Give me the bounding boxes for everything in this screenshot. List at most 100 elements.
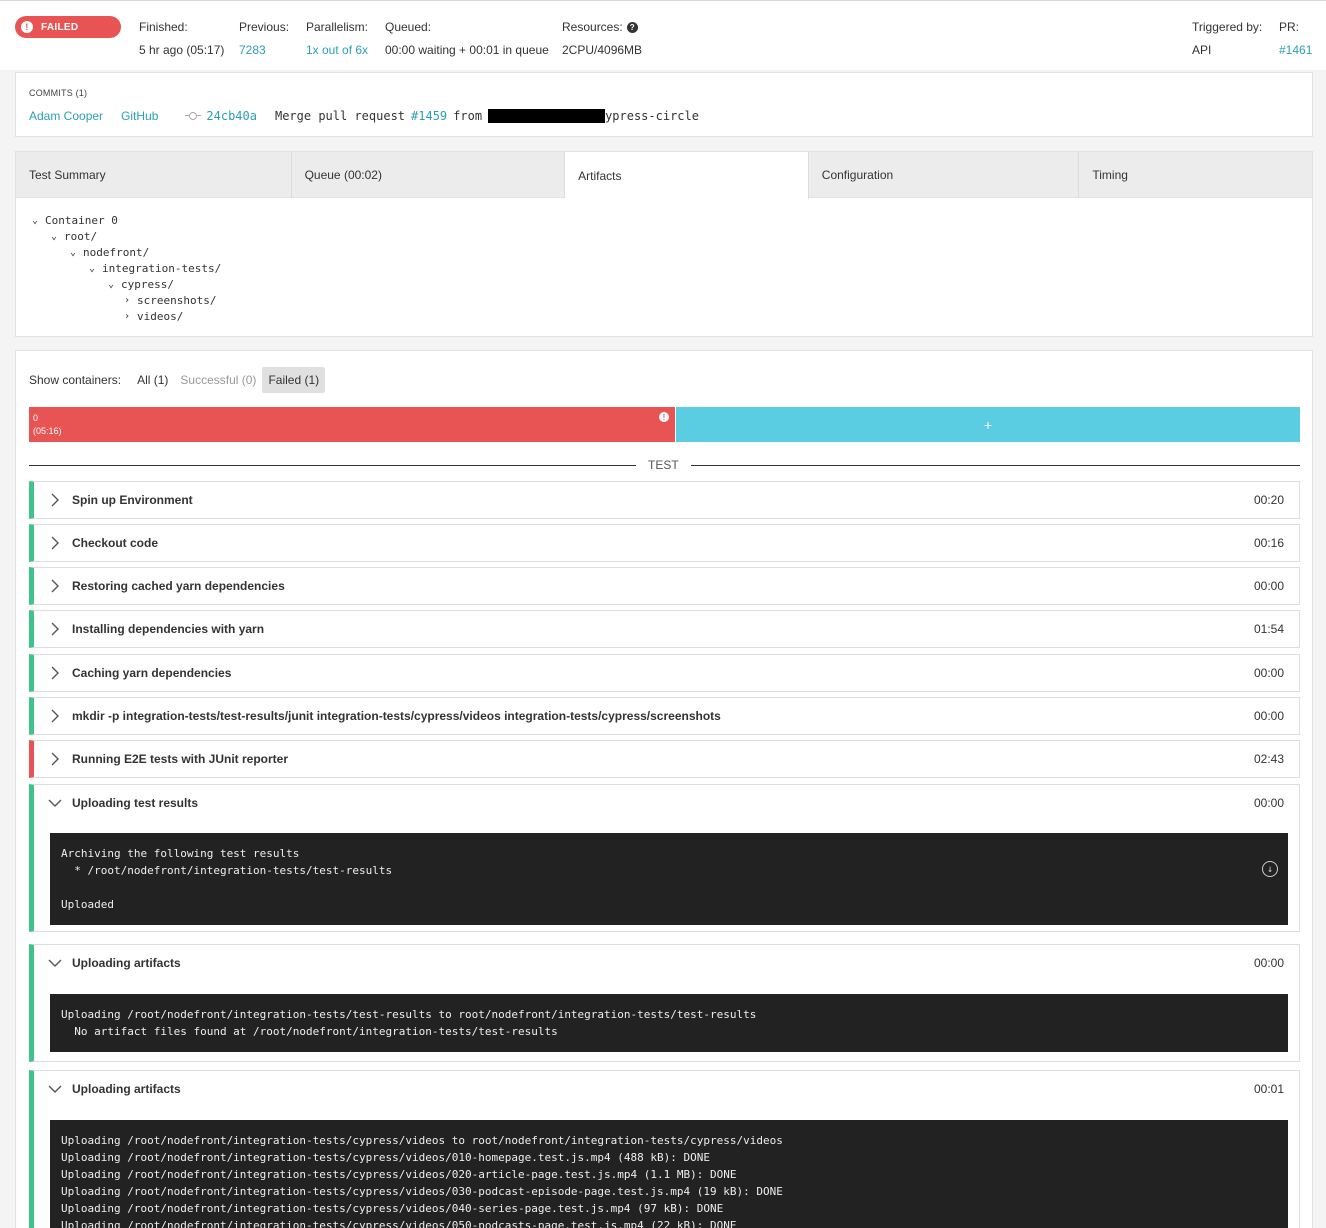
step-uploading-test-results[interactable]: Uploading test results 00:00 Archiving t… xyxy=(29,784,1300,932)
build-steps-panel: Show containers: All (1) Successful (0) … xyxy=(15,350,1313,1228)
step-output-text: Uploading /root/nodefront/integration-te… xyxy=(61,1008,757,1038)
tree-item-label: root/ xyxy=(64,229,98,243)
step-mkdir[interactable]: mkdir -p integration-tests/test-results/… xyxy=(29,697,1300,735)
chevron-right-icon xyxy=(48,493,62,507)
tabs-panel: Test Summary Queue (00:02) Artifacts Con… xyxy=(15,151,1313,337)
step-title: Uploading artifacts xyxy=(72,1082,181,1096)
parallelism-field: Parallelism: 1x out of 6x xyxy=(306,20,368,57)
warning-icon: ! xyxy=(659,412,669,422)
step-caching-dependencies[interactable]: Caching yarn dependencies 00:00 xyxy=(29,654,1300,692)
commit-row: Adam Cooper GitHub 24cb40a Merge pull re… xyxy=(29,109,699,123)
tab-queue[interactable]: Queue (00:02) xyxy=(292,152,566,198)
tree-item-root[interactable]: ⌄ root/ xyxy=(29,228,221,244)
step-title: Installing dependencies with yarn xyxy=(72,622,265,636)
container-duration: (05:16) xyxy=(33,426,62,436)
tree-item-label: videos/ xyxy=(137,309,184,323)
commit-pr-link[interactable]: #1459 xyxy=(411,109,447,123)
commits-title: COMMITS (1) xyxy=(29,88,88,98)
tree-item-integration-tests[interactable]: ⌄ integration-tests/ xyxy=(29,260,221,276)
queued-field: Queued: 00:00 waiting + 00:01 in queue xyxy=(385,20,549,57)
step-output: Uploading /root/nodefront/integration-te… xyxy=(50,1120,1288,1228)
step-time: 00:00 xyxy=(1253,709,1284,723)
step-uploading-artifacts-2[interactable]: Uploading artifacts 00:01 Uploading /roo… xyxy=(29,1070,1300,1228)
filter-successful-button[interactable]: Successful (0) xyxy=(174,367,262,393)
tab-test-summary[interactable]: Test Summary xyxy=(16,152,292,198)
step-output-text: Uploading /root/nodefront/integration-te… xyxy=(61,1134,783,1228)
tree-item-videos[interactable]: › videos/ xyxy=(29,308,221,324)
download-icon[interactable]: ↓ xyxy=(1262,861,1278,877)
step-time: 02:43 xyxy=(1253,752,1284,766)
help-icon[interactable]: ? xyxy=(626,21,638,33)
tree-item-label: nodefront/ xyxy=(83,245,150,259)
commit-author-link[interactable]: Adam Cooper xyxy=(29,109,103,123)
section-label: TEST xyxy=(636,458,691,472)
container-index: 0 xyxy=(33,413,39,423)
tree-item-screenshots[interactable]: › screenshots/ xyxy=(29,292,221,308)
pr-label: PR: xyxy=(1279,20,1300,34)
step-spin-up-environment[interactable]: Spin up Environment 00:20 xyxy=(29,481,1300,519)
commit-message-prefix: Merge pull request xyxy=(274,109,406,123)
tree-item-container[interactable]: ⌄ Container 0 xyxy=(29,212,221,228)
container-0-segment[interactable]: 0 (05:16) ! xyxy=(29,407,675,442)
resources-label-text: Resources: xyxy=(562,20,623,34)
pr-link[interactable]: #1461 xyxy=(1279,43,1312,57)
triggered-by-label: Triggered by: xyxy=(1192,20,1263,34)
commits-panel: COMMITS (1) Adam Cooper GitHub 24cb40a M… xyxy=(15,72,1313,137)
chevron-right-icon xyxy=(48,752,62,766)
finished-label: Finished: xyxy=(139,20,188,34)
step-title: mkdir -p integration-tests/test-results/… xyxy=(72,709,721,723)
step-time: 00:00 xyxy=(1253,579,1284,593)
step-restoring-cache[interactable]: Restoring cached yarn dependencies 00:00 xyxy=(29,567,1300,605)
step-time: 00:00 xyxy=(1253,666,1284,680)
commit-hash-group: 24cb40a xyxy=(185,109,257,123)
status-text: FAILED xyxy=(41,21,79,33)
tree-item-label: cypress/ xyxy=(121,277,174,291)
filter-all-button[interactable]: All (1) xyxy=(131,367,174,393)
triggered-by-field: Triggered by: API xyxy=(1192,20,1262,57)
artifact-tree: ⌄ Container 0 ⌄ root/ ⌄ nodefront/ ⌄ int… xyxy=(29,212,221,324)
chevron-down-icon: ⌄ xyxy=(50,230,58,242)
step-time: 01:54 xyxy=(1253,622,1284,636)
step-output: Archiving the following test results * /… xyxy=(50,833,1288,925)
step-time: 00:20 xyxy=(1253,493,1284,507)
add-container-button[interactable]: + xyxy=(676,407,1300,442)
tree-item-cypress[interactable]: ⌄ cypress/ xyxy=(29,276,221,292)
chevron-down-icon: ⌄ xyxy=(107,278,115,290)
chevron-right-icon xyxy=(48,579,62,593)
tab-bar: Test Summary Queue (00:02) Artifacts Con… xyxy=(16,152,1312,199)
tab-artifacts[interactable]: Artifacts xyxy=(565,152,809,199)
step-title: Restoring cached yarn dependencies xyxy=(72,579,285,593)
tab-configuration[interactable]: Configuration xyxy=(809,152,1080,198)
finished-field: Finished: 5 hr ago (05:17) xyxy=(139,20,224,57)
chevron-right-icon xyxy=(48,666,62,680)
commit-source-link[interactable]: GitHub xyxy=(121,109,158,123)
filter-failed-button[interactable]: Failed (1) xyxy=(262,367,326,393)
status-badge: ! FAILED xyxy=(15,16,121,38)
step-checkout-code[interactable]: Checkout code 00:16 xyxy=(29,524,1300,562)
resources-field: Resources: ? 2CPU/4096MB xyxy=(562,20,642,57)
chevron-down-icon: ⌄ xyxy=(31,214,39,226)
tree-item-label: Container 0 xyxy=(45,213,118,227)
container-bar: 0 (05:16) ! + xyxy=(29,407,1300,442)
triggered-by-value: API xyxy=(1192,43,1212,57)
step-title: Caching yarn dependencies xyxy=(72,666,232,680)
commit-hash-link[interactable]: 24cb40a xyxy=(206,109,257,123)
step-title: Uploading artifacts xyxy=(72,956,181,970)
previous-build-link[interactable]: 7283 xyxy=(239,43,289,57)
step-running-e2e-tests[interactable]: Running E2E tests with JUnit reporter 02… xyxy=(29,740,1300,778)
pr-field: PR: #1461 xyxy=(1279,20,1312,57)
queued-label: Queued: xyxy=(385,20,432,34)
parallelism-link[interactable]: 1x out of 6x xyxy=(306,43,368,57)
step-time: 00:00 xyxy=(1253,956,1284,970)
step-installing-dependencies[interactable]: Installing dependencies with yarn 01:54 xyxy=(29,610,1300,648)
tree-item-nodefront[interactable]: ⌄ nodefront/ xyxy=(29,244,221,260)
chevron-down-icon xyxy=(48,956,62,970)
chevron-right-icon: › xyxy=(123,294,131,306)
container-filters: Show containers: All (1) Successful (0) … xyxy=(29,367,326,393)
tab-timing[interactable]: Timing xyxy=(1079,152,1312,198)
tree-item-label: screenshots/ xyxy=(137,293,217,307)
step-uploading-artifacts-1[interactable]: Uploading artifacts 00:00 Uploading /roo… xyxy=(29,944,1300,1062)
previous-label: Previous: xyxy=(239,20,290,34)
chevron-right-icon xyxy=(48,622,62,636)
step-title: Spin up Environment xyxy=(72,493,193,507)
